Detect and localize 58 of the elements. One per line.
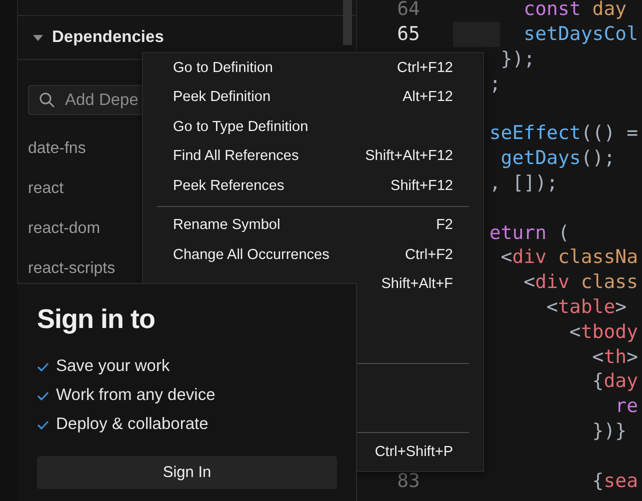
check-icon bbox=[37, 362, 49, 372]
menu-item-label: Rename Symbol bbox=[173, 217, 280, 234]
code-line: {sea bbox=[591, 470, 638, 492]
code-line: re bbox=[614, 395, 638, 418]
menu-item[interactable]: Peek References Shift+F12 bbox=[143, 171, 483, 200]
line-number: 65 bbox=[397, 23, 420, 46]
scrollbar-thumb[interactable] bbox=[343, 0, 352, 45]
menu-item-label: Find All References bbox=[173, 148, 299, 164]
sign-in-button[interactable]: Sign In bbox=[37, 456, 337, 489]
code-line: <th> bbox=[591, 346, 638, 368]
code-line: ; bbox=[488, 72, 501, 95]
benefit-text: Save your work bbox=[56, 357, 170, 376]
check-icon bbox=[37, 420, 49, 430]
shortcut: Ctrl+Shift+P bbox=[374, 444, 453, 460]
shortcut: Shift+F12 bbox=[390, 178, 453, 194]
check-icon bbox=[37, 390, 49, 400]
code-line: }); bbox=[500, 48, 536, 70]
menu-item[interactable]: Rename Symbol F2 bbox=[143, 210, 483, 240]
code-line: <div class bbox=[522, 271, 638, 294]
code-line: getDays(); bbox=[500, 147, 616, 170]
menu-item-label: Change All Occurrences bbox=[173, 246, 330, 263]
shortcut: Alt+F12 bbox=[402, 89, 453, 106]
line-number: 83 bbox=[397, 470, 420, 492]
menu-item[interactable]: Change All Occurrences Ctrl+F2 bbox=[143, 240, 483, 270]
code-line: eturn ( bbox=[488, 222, 570, 244]
benefit-text: Work from any device bbox=[56, 386, 216, 405]
menu-item[interactable]: Go to Type Definition bbox=[143, 112, 483, 142]
code-line: {day bbox=[591, 370, 638, 392]
menu-item[interactable]: Find All References Shift+Alt+F12 bbox=[143, 142, 483, 171]
menu-item[interactable]: Ctrl+Shift+P bbox=[362, 437, 483, 466]
code-line: <table> bbox=[546, 296, 627, 318]
menu-item-label: Peek References bbox=[173, 178, 284, 194]
menu-item[interactable]: Shift+Alt+F bbox=[369, 270, 483, 299]
code-line: const day bbox=[522, 0, 627, 20]
code-line: })} bbox=[591, 420, 627, 442]
line-number: 64 bbox=[397, 0, 420, 20]
shortcut: F2 bbox=[436, 217, 453, 234]
menu-item-label: Go to Definition bbox=[173, 60, 273, 76]
code-line: seEffect(() = bbox=[488, 122, 638, 144]
shortcut: Ctrl+F12 bbox=[396, 60, 453, 76]
shortcut: Ctrl+F2 bbox=[405, 246, 453, 263]
shortcut: Shift+Alt+F12 bbox=[365, 148, 453, 164]
menu-item-label: Peek Definition bbox=[173, 89, 271, 106]
shortcut: Shift+Alt+F bbox=[381, 276, 453, 292]
caret-down-icon bbox=[32, 34, 44, 42]
sign-in-title: Sign in to bbox=[37, 304, 155, 335]
search-icon bbox=[39, 92, 55, 108]
menu-item[interactable]: Peek Definition Alt+F12 bbox=[143, 82, 483, 112]
code-line: <div classNa bbox=[500, 246, 638, 268]
dependency-item[interactable]: react-dom bbox=[28, 218, 100, 240]
code-line: <tbody bbox=[568, 320, 638, 343]
dependency-item[interactable]: date-fns bbox=[28, 138, 86, 160]
menu-item-label: Go to Type Definition bbox=[173, 118, 308, 135]
benefit-text: Deploy & collaborate bbox=[56, 415, 208, 434]
code-line: setDaysCol bbox=[522, 23, 638, 46]
code-line: , []); bbox=[488, 172, 558, 194]
dependency-item[interactable]: react bbox=[28, 178, 64, 200]
dependency-item[interactable]: react-scripts bbox=[28, 258, 116, 280]
